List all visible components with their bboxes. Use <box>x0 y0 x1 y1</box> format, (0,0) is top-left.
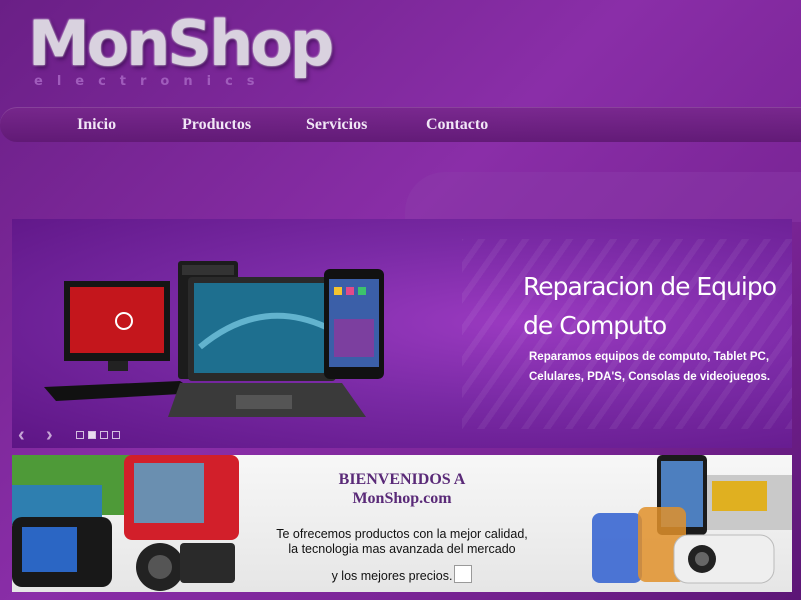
welcome-title: BIENVENIDOS A MonShop.com <box>338 471 466 507</box>
gadgets-left-image <box>12 455 239 591</box>
slide-title: Reparacion de Equipo de Computo <box>523 272 777 340</box>
image-slider[interactable]: Reparacion de Equipo de Computo Reparamo… <box>12 219 792 448</box>
welcome-section: BIENVENIDOS A MonShop.com Te ofrecemos p… <box>12 455 792 592</box>
welcome-text: Te ofrecemos productos con la mejor cali… <box>276 527 528 583</box>
slider-dot-4[interactable] <box>112 431 120 439</box>
slider-dot-1[interactable] <box>76 431 84 439</box>
broken-image-icon <box>454 565 473 583</box>
main-nav: Inicio Productos Servicios Contacto <box>0 107 801 142</box>
slider-dot-2[interactable] <box>88 431 96 439</box>
nav-link-inicio[interactable]: Inicio <box>77 107 116 142</box>
site-logo[interactable]: MonShop electronics <box>28 8 338 98</box>
header-decoration <box>405 172 801 222</box>
nav-link-productos[interactable]: Productos <box>182 107 251 142</box>
gadgets-right-image <box>592 455 792 584</box>
logo-text: MonShop <box>28 7 334 80</box>
logo-subtitle: electronics <box>34 74 269 89</box>
slider-dot-3[interactable] <box>100 431 108 439</box>
prev-arrow-icon[interactable]: ‹ <box>18 424 25 447</box>
nav-link-servicios[interactable]: Servicios <box>306 107 367 142</box>
computer-devices-image <box>44 261 384 417</box>
nav-link-contacto[interactable]: Contacto <box>426 107 488 142</box>
next-arrow-icon[interactable]: › <box>46 424 53 447</box>
slide-description: Reparamos equipos de computo, Tablet PC,… <box>529 351 771 383</box>
